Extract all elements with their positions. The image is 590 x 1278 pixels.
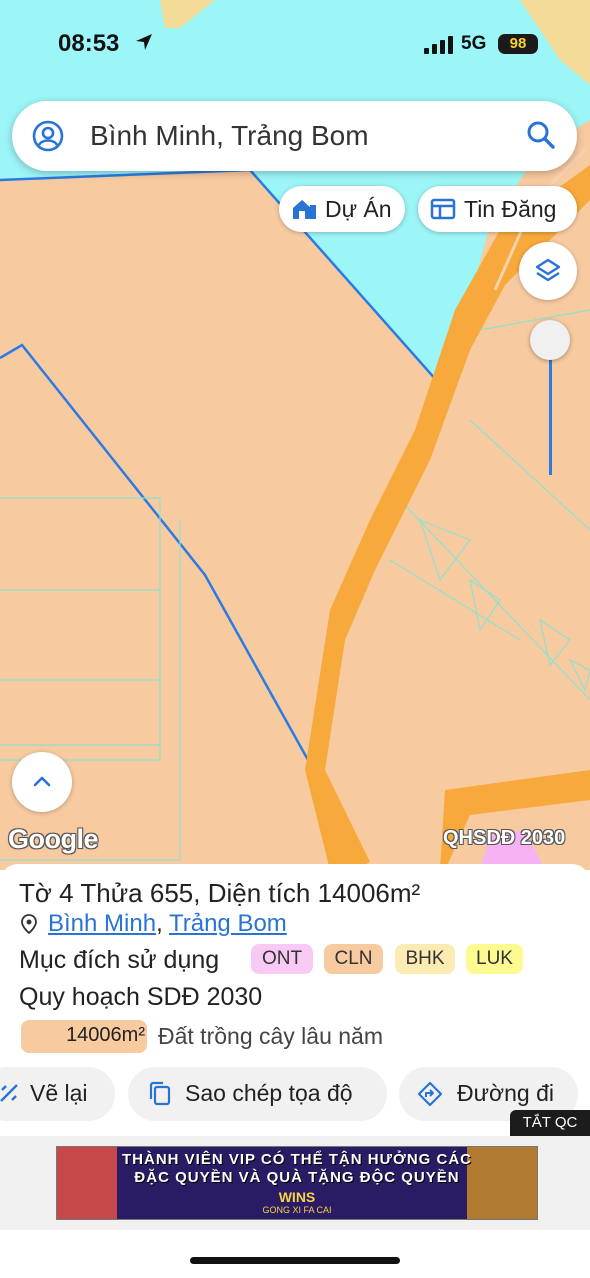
overlay-label: QHSDĐ 2030 bbox=[443, 827, 566, 849]
battery-level: 98 bbox=[498, 34, 538, 54]
layers-icon bbox=[535, 258, 561, 282]
expand-panel-button[interactable] bbox=[12, 752, 72, 812]
network-type: 5G bbox=[461, 33, 487, 54]
plot-label: Thửa bbox=[80, 878, 143, 908]
ward-link[interactable]: Bình Minh bbox=[48, 910, 156, 937]
redraw-label: Vẽ lại bbox=[30, 1080, 88, 1106]
parcel-summary: Tờ 4 Thửa 655, Diện tích 14006m² bbox=[19, 878, 421, 908]
location-pin-icon bbox=[21, 914, 37, 934]
purpose-badge-cln: CLN bbox=[324, 944, 383, 974]
purpose-badge-bhk: BHK bbox=[395, 944, 455, 974]
ad-tagline: GONG XI FA CAI bbox=[262, 1205, 332, 1215]
directions-icon bbox=[417, 1081, 443, 1107]
layers-button[interactable] bbox=[519, 242, 577, 300]
plan-title: Quy hoạch SDĐ 2030 bbox=[19, 983, 263, 1011]
redraw-icon bbox=[0, 1084, 18, 1102]
status-bar: 08:53 5G 98 bbox=[0, 26, 590, 64]
plan-area-value: 14006m² bbox=[66, 1024, 145, 1046]
ad-logo: WINS bbox=[278, 1189, 316, 1205]
purpose-badge-ont: ONT bbox=[251, 944, 313, 974]
ad-line-1: THÀNH VIÊN VIP CÓ THỂ TẬN HƯỞNG CÁC bbox=[122, 1151, 472, 1168]
navigation-arrow-icon bbox=[136, 34, 152, 50]
search-bar[interactable] bbox=[12, 101, 577, 171]
sheet-number: 4 bbox=[59, 878, 74, 908]
projects-chip-label: Dự Án bbox=[325, 195, 392, 222]
purpose-label: Mục đích sử dụng bbox=[19, 946, 220, 974]
redraw-button[interactable]: Vẽ lại bbox=[0, 1067, 115, 1121]
home-indicator[interactable] bbox=[190, 1257, 400, 1264]
area-label: Diện tích bbox=[207, 878, 311, 908]
house-icon bbox=[293, 200, 316, 219]
chevron-up-icon bbox=[33, 776, 51, 787]
projects-chip[interactable]: Dự Án bbox=[279, 186, 405, 232]
listings-chip[interactable]: Tin Đăng bbox=[418, 186, 577, 232]
status-time: 08:53 bbox=[58, 30, 120, 57]
opacity-slider-track[interactable] bbox=[549, 350, 552, 475]
ad-line-2: ĐẶC QUYỀN VÀ QUÀ TẶNG ĐỘC QUYỀN bbox=[134, 1169, 460, 1186]
listings-chip-label: Tin Đăng bbox=[464, 195, 557, 222]
user-circle-icon[interactable] bbox=[32, 120, 64, 152]
plan-description: Đất trồng cây lâu năm bbox=[158, 1023, 384, 1049]
copy-icon bbox=[149, 1081, 171, 1106]
copy-coordinates-button[interactable]: Sao chép tọa độ bbox=[128, 1067, 387, 1121]
search-icon[interactable] bbox=[526, 120, 556, 150]
ad-banner[interactable]: THÀNH VIÊN VIP CÓ THỂ TẬN HƯỞNG CÁC ĐẶC … bbox=[56, 1146, 538, 1220]
sheet-label: Tờ bbox=[19, 878, 52, 908]
opacity-slider-handle[interactable] bbox=[530, 320, 570, 360]
directions-label: Đường đi bbox=[457, 1080, 554, 1106]
signal-bars-icon bbox=[424, 36, 453, 54]
purpose-badge-luk: LUK bbox=[466, 944, 523, 974]
copy-coordinates-label: Sao chép tọa độ bbox=[185, 1080, 353, 1106]
search-input[interactable] bbox=[90, 117, 510, 155]
plot-number: 655 bbox=[149, 878, 194, 908]
listing-icon bbox=[430, 198, 456, 220]
close-ad-button[interactable]: TẮT QC bbox=[510, 1110, 590, 1136]
district-link[interactable]: Trảng Bom bbox=[169, 910, 287, 937]
google-logo: Google bbox=[8, 824, 99, 854]
area-value: 14006m² bbox=[317, 878, 421, 908]
